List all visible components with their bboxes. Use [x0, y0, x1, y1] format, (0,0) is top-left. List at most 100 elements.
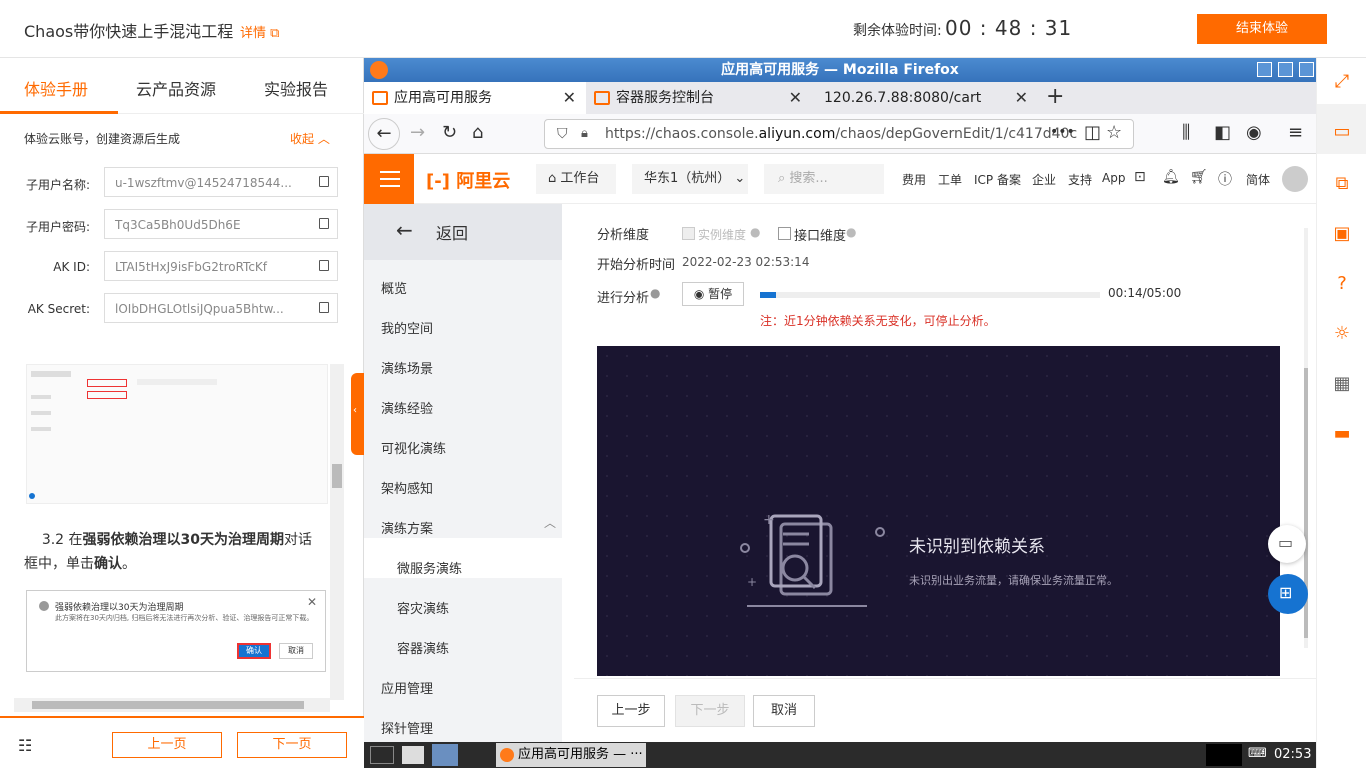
nav-architecture[interactable]: 架构感知 [381, 478, 433, 497]
apps-button[interactable]: ⊞ [1268, 574, 1308, 614]
more-icon[interactable]: ••• [1050, 124, 1075, 140]
collapse-button[interactable]: 收起 ︿ [290, 130, 330, 147]
archive-icon[interactable]: ▣ [1332, 224, 1352, 244]
minimize-icon[interactable] [1257, 62, 1272, 77]
help-icon[interactable]: ⓘ [1218, 169, 1232, 189]
new-tab-icon[interactable]: + [1046, 84, 1064, 109]
nav-scenarios[interactable]: 演练场景 [381, 358, 433, 377]
community-icon[interactable]: ▬ [1332, 424, 1352, 444]
hamburger-menu-icon[interactable] [364, 154, 414, 204]
panel-collapse-handle[interactable]: ‹ [351, 373, 364, 455]
account-icon[interactable]: ◉ [1246, 122, 1262, 143]
username-field[interactable]: u-1wszftmv@14524718544... [104, 167, 338, 197]
nav-my-space[interactable]: 我的空间 [381, 318, 433, 337]
close-icon[interactable]: ✕ [789, 82, 802, 114]
nav-probe-management[interactable]: 探针管理 [381, 718, 433, 737]
show-desktop-icon[interactable] [370, 746, 394, 764]
browser-tab[interactable]: 120.26.7.88:8080/cart ✕ [812, 82, 1038, 114]
horizontal-scrollbar[interactable] [14, 698, 330, 712]
bell-icon[interactable]: 🔔︎ [1162, 169, 1180, 185]
qrcode-icon[interactable]: ▦ [1332, 374, 1352, 394]
keyboard-icon[interactable]: ⌨ [1248, 746, 1267, 761]
forward-icon[interactable]: → [410, 122, 425, 143]
close-icon[interactable]: ✕ [563, 82, 576, 114]
manual-footer: ☷ 上一页 下一页 [0, 716, 364, 768]
sidebar-icon[interactable]: ◧ [1214, 122, 1231, 143]
back-icon[interactable]: ← [368, 118, 400, 150]
firefox-launcher-icon[interactable] [432, 744, 458, 766]
nav-container[interactable]: 容器演练 [397, 638, 449, 657]
left-panel: 体验手册 云产品资源 实验报告 体验云账号，创建资源后生成 收起 ︿ 子用户名称… [0, 58, 364, 768]
copy-icon[interactable] [319, 218, 329, 229]
field-label-ak-id: AK ID: [53, 260, 90, 274]
prev-page-button[interactable]: 上一页 [112, 732, 222, 758]
next-page-button[interactable]: 下一页 [237, 732, 347, 758]
menu-enterprise[interactable]: 企业 [1032, 171, 1056, 188]
terminal-icon[interactable]: ⊡ [1134, 169, 1146, 185]
tab-cloud-resources[interactable]: 云产品资源 [136, 76, 216, 100]
password-field[interactable]: Tq3Ca5Bh0Ud5Dh6E [104, 209, 338, 239]
field-label-password: 子用户密码: [25, 220, 90, 234]
file-manager-icon[interactable] [402, 746, 424, 764]
nav-visual-drill[interactable]: 可视化演练 [381, 438, 446, 457]
ak-id-field[interactable]: LTAI5tHxJ9isFbG2troRTcKf [104, 251, 338, 281]
avatar[interactable] [1282, 166, 1308, 192]
language-switch[interactable]: 简体 [1246, 171, 1270, 188]
close-icon[interactable]: ✕ [1015, 82, 1028, 114]
library-icon[interactable]: ⫼ [1182, 122, 1190, 143]
tab-manual[interactable]: 体验手册 [24, 76, 88, 100]
menu-app[interactable]: App [1102, 171, 1125, 185]
nav-disaster[interactable]: 容灾演练 [397, 598, 449, 617]
menu-icp[interactable]: ICP 备案 [974, 171, 1021, 188]
menu-ticket[interactable]: 工单 [938, 171, 962, 188]
pause-button[interactable]: ◉ 暂停 [682, 282, 744, 306]
end-experience-button[interactable]: 结束体验 [1197, 14, 1327, 44]
screens-icon[interactable]: ⧉ [1332, 174, 1352, 194]
instance-dim-checkbox[interactable] [682, 227, 695, 240]
manual-content: 3.2 在强弱依赖治理以30天为治理周期对话框中，单击确认。 强弱依赖治理以30… [14, 360, 344, 715]
copy-icon[interactable] [319, 302, 329, 313]
ak-secret-field[interactable]: lOIbDHGLOtlsiJQpua5Bhtw... [104, 293, 338, 323]
bookmark-star-icon[interactable]: ☆ [1106, 122, 1122, 143]
help-icon[interactable]: ? [1332, 274, 1352, 294]
toc-icon[interactable]: ☷ [18, 736, 32, 755]
fullscreen-icon[interactable]: ⤢ [1332, 72, 1352, 92]
cart-icon[interactable]: 🛒︎ [1190, 169, 1208, 185]
detail-link[interactable]: 详情 ⧉ [240, 22, 279, 41]
back-button[interactable]: ← 返回 [364, 204, 562, 260]
close-window-icon[interactable] [1299, 62, 1314, 77]
aliyun-logo[interactable]: [-] 阿里云 [426, 167, 510, 193]
home-icon[interactable]: ⌂ [472, 122, 483, 143]
nav-microservice[interactable]: 微服务演练 [397, 558, 462, 577]
browser-tab[interactable]: 容器服务控制台 ✕ [586, 82, 812, 114]
desktop-icon[interactable]: ▭ [1332, 122, 1352, 142]
chat-button[interactable]: ▭ [1268, 525, 1306, 563]
menu-fee[interactable]: 费用 [902, 171, 926, 188]
pocket-icon[interactable]: ◫ [1084, 122, 1101, 143]
cancel-button[interactable]: 取消 [753, 695, 815, 727]
next-step-button[interactable]: 下一步 [675, 695, 745, 727]
reload-icon[interactable]: ↻ [442, 122, 457, 143]
search-input[interactable]: ⌕ 搜索... [764, 164, 884, 194]
region-select[interactable]: 华东1（杭州） ⌄ [632, 164, 748, 194]
copy-icon[interactable] [319, 260, 329, 271]
nav-app-management[interactable]: 应用管理 [381, 678, 433, 697]
interface-dim-checkbox[interactable] [778, 227, 791, 240]
nav-experience[interactable]: 演练经验 [381, 398, 433, 417]
menu-icon[interactable]: ≡ [1288, 122, 1303, 143]
brightness-icon[interactable]: ☼ [1332, 324, 1352, 344]
prev-step-button[interactable]: 上一步 [597, 695, 665, 727]
taskbar-firefox-app[interactable]: 应用高可用服务 — ··· [496, 743, 646, 767]
workbench-button[interactable]: ⌂ 工作台 [536, 164, 616, 194]
maximize-icon[interactable] [1278, 62, 1293, 77]
copy-icon[interactable] [319, 176, 329, 187]
nav-overview[interactable]: 概览 [381, 278, 407, 297]
close-icon: ✕ [306, 595, 317, 609]
tab-report[interactable]: 实验报告 [264, 76, 328, 100]
menu-support[interactable]: 支持 [1068, 171, 1092, 188]
nav-drill-plan[interactable]: 演练方案 [381, 518, 433, 537]
window-title: 应用高可用服务 — Mozilla Firefox [364, 58, 1316, 82]
url-bar[interactable]: ⛉ 🔒︎ https://chaos.console.aliyun.com/ch… [544, 119, 1134, 149]
browser-tab[interactable]: 应用高可用服务 ✕ [364, 82, 586, 114]
vertical-scrollbar[interactable] [330, 364, 344, 700]
